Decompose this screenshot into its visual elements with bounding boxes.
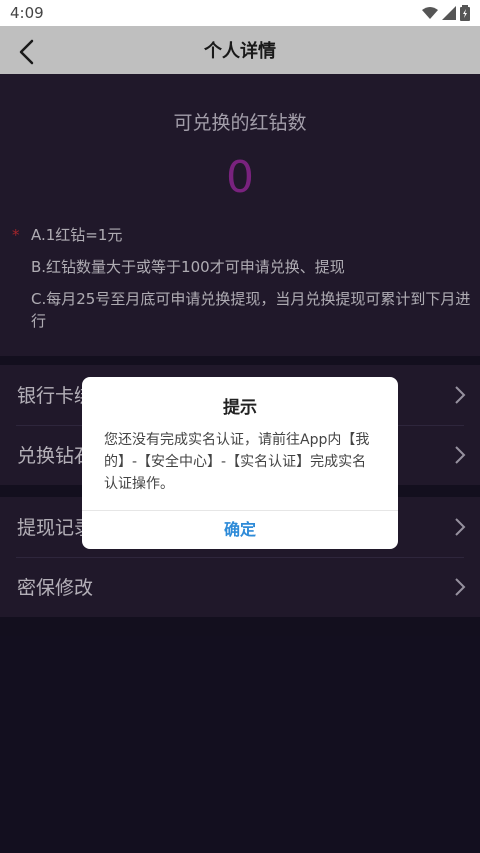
status-time: 4:09	[10, 4, 44, 22]
dialog-message: 您还没有完成实名认证，请前往App内【我的】-【安全中心】-【实名认证】完成实名…	[104, 432, 370, 492]
confirm-button[interactable]: 确定	[82, 511, 398, 549]
dialog-title: 提示	[223, 398, 257, 418]
alert-dialog: 提示 您还没有完成实名认证，请前往App内【我的】-【安全中心】-【实名认证】完…	[82, 377, 398, 549]
signal-icon	[442, 6, 456, 20]
battery-icon	[460, 5, 470, 21]
wifi-icon	[422, 7, 438, 19]
status-bar: 4:09	[0, 0, 480, 26]
status-icons	[422, 5, 470, 21]
